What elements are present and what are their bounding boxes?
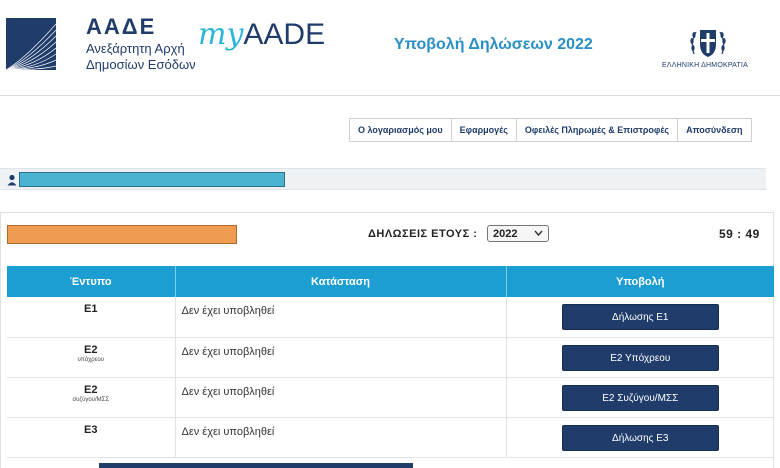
form-name: E1 bbox=[84, 303, 98, 315]
year-label: ΔΗΛΩΣΕΙΣ ΕΤΟΥΣ : bbox=[368, 228, 478, 240]
form-subtitle: συζύγου/ΜΣΣ bbox=[72, 396, 110, 403]
nav-applications[interactable]: Εφαρμογές bbox=[452, 119, 517, 141]
nav-debts-payments[interactable]: Οφειλές Πληρωμές & Επιστροφές bbox=[517, 119, 679, 141]
table-row: E1 Δεν έχει υποβληθεί Δήλωσης Ε1 bbox=[7, 297, 774, 338]
partial-button-bottom[interactable] bbox=[99, 463, 413, 468]
page-title: Υποβολή Δηλώσεων 2022 bbox=[394, 36, 593, 53]
aade-title: ΑΑΔΕ bbox=[86, 14, 157, 39]
status-cell: Δεν έχει υποβληθεί bbox=[175, 337, 507, 378]
table-header-row: Έντυπο Κατάσταση Υποβολή bbox=[7, 266, 774, 297]
form-cell: E2 συζύγου/ΜΣΣ bbox=[7, 377, 176, 418]
submit-e3-button[interactable]: Δήλωσης Ε3 bbox=[561, 424, 719, 451]
gov-label: ΕΛΛΗΝΙΚΗ ΔΗΜΟΚΡΑΤΙΑ bbox=[662, 62, 749, 69]
form-cell: E1 bbox=[7, 297, 176, 338]
declarations-panel: ΔΗΛΩΣΕΙΣ ΕΤΟΥΣ : 2022 59 : 49 Έντυπο Κατ… bbox=[0, 212, 774, 468]
user-icon bbox=[7, 173, 17, 186]
chevron-down-icon bbox=[534, 228, 543, 240]
redacted-user-name bbox=[19, 172, 285, 187]
nav-my-account[interactable]: Ο λογαριασμός μου bbox=[350, 119, 452, 141]
myaade-aade-text: AADE bbox=[243, 18, 326, 51]
myaade-my-text: my bbox=[198, 17, 244, 52]
form-cell: E3 bbox=[7, 417, 176, 458]
redacted-taxpayer-info bbox=[7, 225, 237, 244]
submit-cell: Ε2 Υπόχρεου bbox=[506, 337, 774, 378]
declarations-table: Έντυπο Κατάσταση Υποβολή E1 Δεν έχει υπο… bbox=[7, 266, 774, 458]
header-submit: Υποβολή bbox=[506, 266, 774, 297]
submit-e2-taxpayer-button[interactable]: Ε2 Υπόχρεου bbox=[561, 344, 719, 371]
user-bar bbox=[0, 168, 766, 190]
greek-emblem-icon bbox=[688, 24, 728, 60]
header-form: Έντυπο bbox=[7, 266, 176, 297]
status-cell: Δεν έχει υποβληθεί bbox=[175, 417, 507, 458]
aade-logo-icon[interactable] bbox=[6, 18, 56, 70]
form-subtitle: υπόχρεου bbox=[77, 356, 104, 363]
submit-e1-button[interactable]: Δήλωσης Ε1 bbox=[561, 304, 719, 330]
submit-cell: Δήλωσης Ε3 bbox=[506, 417, 774, 458]
submit-cell: Ε2 Συζύγου/ΜΣΣ bbox=[506, 377, 774, 418]
main-nav: Ο λογαριασμός μου Εφαρμογές Οφειλές Πληρ… bbox=[349, 118, 752, 142]
aade-subtitle-1: Ανεξάρτητη Αρχή bbox=[86, 41, 185, 56]
nav-logout[interactable]: Αποσύνδεση bbox=[678, 119, 750, 141]
table-row: E2 υπόχρεου Δεν έχει υποβληθεί Ε2 Υπόχρε… bbox=[7, 337, 774, 378]
submit-cell: Δήλωσης Ε1 bbox=[506, 297, 774, 338]
table-row: E2 συζύγου/ΜΣΣ Δεν έχει υποβληθεί Ε2 Συζ… bbox=[7, 377, 774, 418]
year-select-value: 2022 bbox=[493, 227, 518, 240]
table-row: E3 Δεν έχει υποβληθεί Δήλωσης Ε3 bbox=[7, 417, 774, 458]
aade-subtitle-2: Δημοσίων Εσόδων bbox=[86, 57, 196, 72]
submit-e2-spouse-button[interactable]: Ε2 Συζύγου/ΜΣΣ bbox=[561, 384, 719, 411]
session-timer: 59 : 49 bbox=[719, 227, 760, 241]
status-cell: Δεν έχει υποβληθεί bbox=[175, 377, 507, 418]
form-name: E2 bbox=[84, 343, 98, 356]
header-status: Κατάσταση bbox=[175, 266, 507, 297]
form-cell: E2 υπόχρεου bbox=[7, 337, 176, 378]
year-select[interactable]: 2022 bbox=[487, 225, 549, 242]
status-cell: Δεν έχει υποβληθεί bbox=[175, 297, 507, 338]
form-name: E2 bbox=[84, 383, 98, 396]
myaade-logo[interactable]: myAADE bbox=[198, 14, 325, 53]
form-name: E3 bbox=[84, 423, 98, 436]
site-header: ΑΑΔΕ Ανεξάρτητη Αρχή Δημοσίων Εσόδων myA… bbox=[0, 0, 780, 96]
